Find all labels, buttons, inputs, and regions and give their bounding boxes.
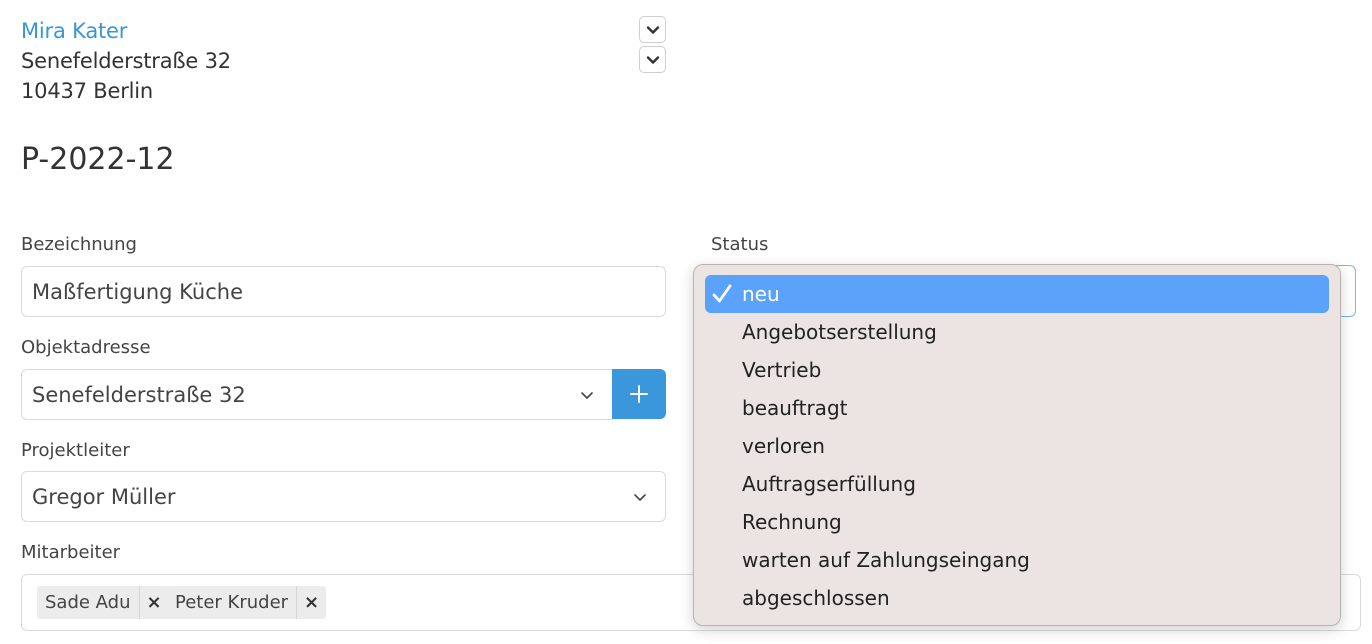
- contact-block: Mira Kater Senefelderstraße 32 10437 Ber…: [21, 16, 231, 106]
- option-label: Vertrieb: [742, 358, 822, 382]
- chevron-down-icon: [646, 25, 659, 34]
- option-label: Rechnung: [742, 510, 842, 534]
- status-option-warten[interactable]: warten auf Zahlungseingang: [705, 541, 1329, 579]
- checkmark-icon: [712, 284, 732, 303]
- status-option-verloren[interactable]: verloren: [705, 427, 1329, 465]
- option-label: verloren: [742, 434, 825, 458]
- status-label: Status: [711, 234, 769, 255]
- status-option-angebotserstellung[interactable]: Angebotserstellung: [705, 313, 1329, 351]
- bezeichnung-input[interactable]: Maßfertigung Küche: [21, 266, 666, 317]
- projektleiter-select[interactable]: Gregor Müller: [21, 471, 666, 522]
- mitarbeiter-tag: Peter Kruder ×: [167, 586, 327, 619]
- objektadresse-select[interactable]: Senefelderstraße 32: [21, 369, 613, 420]
- chevron-down-icon: [581, 391, 593, 399]
- close-icon[interactable]: ×: [296, 586, 326, 619]
- mitarbeiter-tag: Sade Adu ×: [37, 586, 169, 619]
- status-option-vertrieb[interactable]: Vertrieb: [705, 351, 1329, 389]
- add-address-button[interactable]: [612, 369, 666, 419]
- option-label: warten auf Zahlungseingang: [742, 548, 1030, 572]
- status-option-rechnung[interactable]: Rechnung: [705, 503, 1329, 541]
- contact-name-link[interactable]: Mira Kater: [21, 16, 231, 46]
- status-dropdown-menu: neu Angebotserstellung Vertrieb beauftra…: [693, 264, 1341, 626]
- plus-icon: [630, 385, 648, 403]
- status-option-abgeschlossen[interactable]: abgeschlossen: [705, 579, 1329, 617]
- close-icon[interactable]: ×: [138, 586, 169, 619]
- contact-expand-button[interactable]: [639, 16, 666, 43]
- tag-label: Sade Adu: [45, 592, 131, 613]
- option-label: beauftragt: [742, 396, 848, 420]
- status-option-neu[interactable]: neu: [705, 275, 1329, 313]
- option-label: Auftragserfüllung: [742, 472, 916, 496]
- option-label: neu: [742, 282, 780, 306]
- objektadresse-value: Senefelderstraße 32: [32, 382, 246, 407]
- chevron-down-icon: [634, 493, 646, 501]
- contact-street: Senefelderstraße 32: [21, 49, 231, 73]
- project-number: P-2022-12: [21, 142, 175, 177]
- mitarbeiter-label: Mitarbeiter: [21, 542, 121, 563]
- bezeichnung-label: Bezeichnung: [21, 234, 137, 255]
- status-option-auftragserfuellung[interactable]: Auftragserfüllung: [705, 465, 1329, 503]
- projektleiter-value: Gregor Müller: [32, 484, 176, 509]
- bezeichnung-value: Maßfertigung Küche: [32, 279, 243, 304]
- tag-label: Peter Kruder: [175, 592, 289, 613]
- option-label: abgeschlossen: [742, 586, 890, 610]
- address-expand-button[interactable]: [639, 46, 666, 73]
- projektleiter-label: Projektleiter: [21, 440, 130, 461]
- option-label: Angebotserstellung: [742, 320, 937, 344]
- contact-city: 10437 Berlin: [21, 79, 154, 103]
- status-option-beauftragt[interactable]: beauftragt: [705, 389, 1329, 427]
- chevron-down-icon: [646, 55, 659, 64]
- objektadresse-label: Objektadresse: [21, 337, 151, 358]
